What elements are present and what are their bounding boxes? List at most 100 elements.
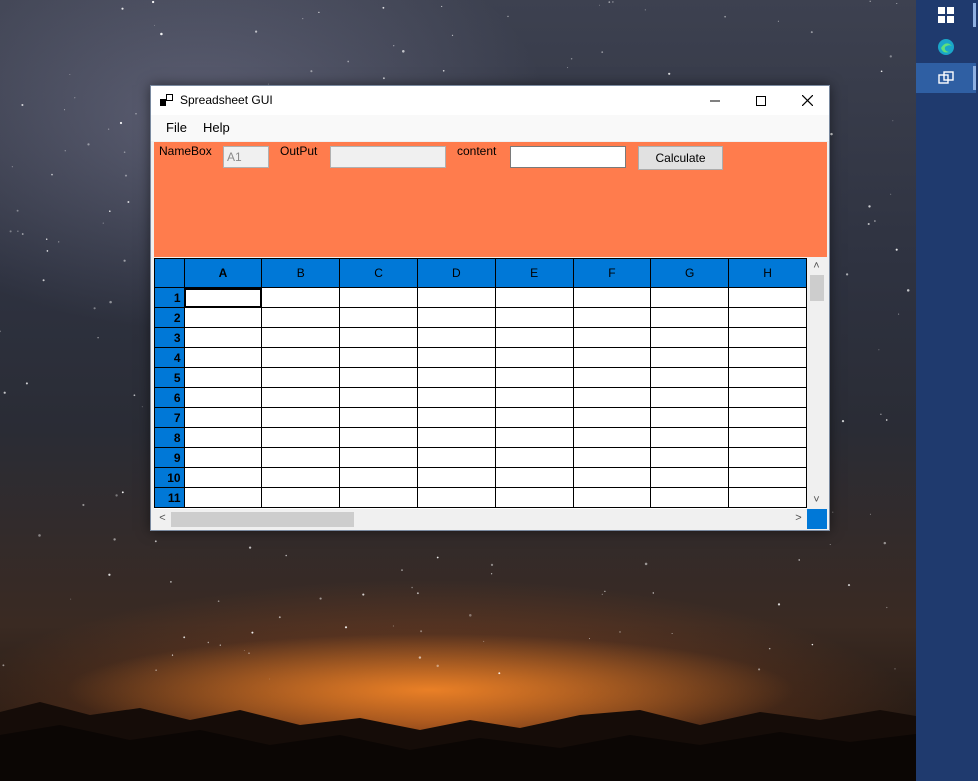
cell-f1[interactable] (572, 287, 652, 308)
cell-c9[interactable] (339, 447, 418, 468)
close-button[interactable] (784, 86, 830, 115)
column-header-g[interactable]: G (650, 258, 730, 288)
cell-g7[interactable] (650, 407, 730, 428)
cell-a8[interactable] (183, 427, 263, 448)
column-header-d[interactable]: D (416, 258, 496, 288)
cell-a2[interactable] (183, 307, 263, 328)
cell-d11[interactable] (416, 487, 496, 508)
task-view-icon[interactable] (916, 63, 976, 93)
cell-d2[interactable] (416, 307, 496, 328)
cell-b2[interactable] (261, 307, 341, 328)
cell-a4[interactable] (183, 347, 263, 368)
cell-c7[interactable] (339, 407, 418, 428)
cell-h1[interactable] (728, 287, 807, 308)
cell-f7[interactable] (572, 407, 652, 428)
cell-h6[interactable] (728, 387, 807, 408)
scroll-down-icon[interactable]: ˅ (808, 494, 825, 506)
cell-a11[interactable] (183, 487, 263, 508)
cell-e8[interactable] (494, 427, 574, 448)
minimize-button[interactable] (692, 86, 738, 115)
cell-b4[interactable] (261, 347, 341, 368)
cell-a7[interactable] (183, 407, 263, 428)
title-bar[interactable]: Spreadsheet GUI (151, 86, 829, 115)
cell-g4[interactable] (650, 347, 730, 368)
grid-corner[interactable] (154, 258, 185, 288)
row-header-1[interactable]: 1 (154, 287, 185, 308)
cell-a9[interactable] (183, 447, 263, 468)
cell-d1[interactable] (416, 287, 496, 308)
cell-f10[interactable] (572, 467, 652, 488)
cell-e3[interactable] (494, 327, 574, 348)
cell-d4[interactable] (416, 347, 496, 368)
cell-f8[interactable] (572, 427, 652, 448)
row-header-4[interactable]: 4 (154, 347, 185, 368)
cell-f4[interactable] (572, 347, 652, 368)
cell-f6[interactable] (572, 387, 652, 408)
cell-g2[interactable] (650, 307, 730, 328)
cell-g5[interactable] (650, 367, 730, 388)
cell-a1[interactable] (183, 287, 263, 308)
row-header-7[interactable]: 7 (154, 407, 185, 428)
cell-g11[interactable] (650, 487, 730, 508)
cell-d7[interactable] (416, 407, 496, 428)
content-input[interactable] (510, 146, 626, 168)
cell-h5[interactable] (728, 367, 807, 388)
cell-h10[interactable] (728, 467, 807, 488)
column-header-f[interactable]: F (572, 258, 652, 288)
cell-d3[interactable] (416, 327, 496, 348)
cell-f2[interactable] (572, 307, 652, 328)
cell-b5[interactable] (261, 367, 341, 388)
cell-c8[interactable] (339, 427, 418, 448)
cell-d6[interactable] (416, 387, 496, 408)
menu-file[interactable]: File (166, 120, 187, 135)
cell-c6[interactable] (339, 387, 418, 408)
cell-e4[interactable] (494, 347, 574, 368)
horizontal-scrollbar[interactable]: < > (154, 509, 807, 529)
cell-f3[interactable] (572, 327, 652, 348)
calculate-button[interactable]: Calculate (638, 146, 723, 170)
cell-c3[interactable] (339, 327, 418, 348)
cell-b3[interactable] (261, 327, 341, 348)
row-header-8[interactable]: 8 (154, 427, 185, 448)
cell-h3[interactable] (728, 327, 807, 348)
row-header-11[interactable]: 11 (154, 487, 185, 508)
row-header-9[interactable]: 9 (154, 447, 185, 468)
column-header-e[interactable]: E (494, 258, 574, 288)
cell-a10[interactable] (183, 467, 263, 488)
column-header-h[interactable]: H (728, 258, 807, 288)
cell-b7[interactable] (261, 407, 341, 428)
edge-browser-icon[interactable] (916, 32, 976, 62)
cell-f5[interactable] (572, 367, 652, 388)
row-header-10[interactable]: 10 (154, 467, 185, 488)
cell-b8[interactable] (261, 427, 341, 448)
column-header-c[interactable]: C (339, 258, 418, 288)
menu-help[interactable]: Help (203, 120, 230, 135)
cell-g6[interactable] (650, 387, 730, 408)
cell-e7[interactable] (494, 407, 574, 428)
vertical-scroll-thumb[interactable] (810, 275, 824, 301)
horizontal-scroll-thumb[interactable] (171, 512, 354, 527)
cell-h7[interactable] (728, 407, 807, 428)
cell-e1[interactable] (494, 287, 574, 308)
cell-h8[interactable] (728, 427, 807, 448)
cell-c4[interactable] (339, 347, 418, 368)
maximize-button[interactable] (738, 86, 784, 115)
cell-b9[interactable] (261, 447, 341, 468)
output-field[interactable] (330, 146, 446, 168)
cell-e9[interactable] (494, 447, 574, 468)
column-header-a[interactable]: A (183, 258, 263, 288)
cell-g8[interactable] (650, 427, 730, 448)
cell-e11[interactable] (494, 487, 574, 508)
row-header-2[interactable]: 2 (154, 307, 185, 328)
cell-b6[interactable] (261, 387, 341, 408)
cell-a3[interactable] (183, 327, 263, 348)
cell-c11[interactable] (339, 487, 418, 508)
scroll-right-icon[interactable]: > (790, 512, 807, 524)
cell-e5[interactable] (494, 367, 574, 388)
scroll-up-icon[interactable]: ˄ (808, 260, 825, 272)
cell-a6[interactable] (183, 387, 263, 408)
scroll-left-icon[interactable]: < (154, 512, 171, 524)
cell-h9[interactable] (728, 447, 807, 468)
vertical-scrollbar[interactable]: ˄ ˅ (807, 258, 827, 509)
cell-e10[interactable] (494, 467, 574, 488)
